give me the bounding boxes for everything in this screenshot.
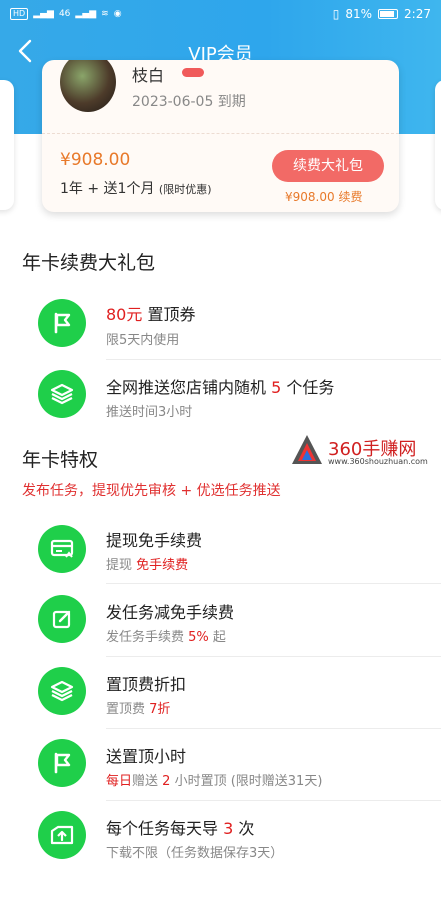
list-item[interactable]: 每个任务每天导 3 次 下载不限（任务数据保存3天） [0, 801, 441, 869]
divider [106, 583, 441, 584]
upload-box-icon [38, 811, 86, 859]
vip-badge-icon [182, 68, 204, 77]
status-left: HD ▂▄▆ 46 ▂▄▆ ≋ ◉ [10, 8, 122, 20]
item-subtitle: 推送时间3小时 [106, 405, 193, 420]
item-title: 提现免手续费 [106, 531, 203, 550]
flag-icon [38, 739, 86, 787]
list-item[interactable]: 置顶费折扣 置顶费 7折 [0, 657, 441, 729]
layers-icon [38, 370, 86, 418]
item-subtitle: 限5天内使用 [106, 333, 180, 348]
list-item[interactable]: 80元 置顶券 限5天内使用 [0, 289, 441, 360]
item-subtitle: 发任务手续费 5% 起 [106, 630, 226, 645]
item-title: 全网推送您店铺内随机 5 个任务 [106, 378, 335, 397]
divider [106, 359, 441, 360]
item-title: 发任务减免手续费 [106, 603, 235, 622]
list-item[interactable]: 发任务减免手续费 发任务手续费 5% 起 [0, 585, 441, 657]
edit-icon [38, 595, 86, 643]
privilege-note: 发布任务，提现优先审核 + 优选任务推送 [22, 483, 281, 499]
gift-section-title: 年卡续费大礼包 [22, 252, 156, 274]
clock: 2:27 [404, 7, 431, 21]
item-title: 送置顶小时 [106, 747, 187, 766]
watermark-url: www.360shouzhuan.com [328, 457, 428, 466]
item-title: 置顶费折扣 [106, 675, 187, 694]
card-divider [42, 133, 399, 134]
item-title: 每个任务每天导 3 次 [106, 819, 255, 838]
item-subtitle: 下载不限（任务数据保存3天） [106, 846, 284, 861]
wifi-icon: ≋ [101, 9, 109, 19]
status-right: ▯ 81% 2:27 [333, 7, 431, 21]
expire-date: 2023-06-05 到期 [132, 94, 246, 110]
list-item[interactable]: 全网推送您店铺内随机 5 个任务 推送时间3小时 [0, 362, 441, 430]
renew-button[interactable]: 续费大礼包 [272, 150, 384, 182]
flag-icon [38, 299, 86, 347]
username: 枝白 [132, 66, 165, 85]
vip-card: 枝白 2023-06-05 到期 ¥908.00 1年 + 送1个月 (限时优惠… [42, 60, 399, 212]
plan-note: (限时优惠) [158, 183, 212, 196]
signal-icon: ▂▄▆ [33, 9, 54, 19]
watermark-logo-icon [292, 435, 322, 464]
item-subtitle: 提现 免手续费 [106, 558, 189, 573]
item-subtitle: 每日赠送 2 小时置顶 (限时赠送31天) [106, 774, 323, 789]
battery-icon [378, 9, 399, 19]
avatar [60, 60, 116, 112]
privilege-section-title: 年卡特权 [22, 449, 99, 471]
item-title: 80元 置顶券 [106, 305, 196, 324]
plan-main: 1年 + 送1个月 [60, 181, 155, 197]
vibrate-icon: ▯ [332, 7, 340, 21]
status-bar: HD ▂▄▆ 46 ▂▄▆ ≋ ◉ ▯ 81% 2:27 [0, 0, 441, 28]
signal-label: 46 [58, 9, 71, 19]
eye-icon: ◉ [113, 9, 122, 19]
hd-indicator: HD [10, 8, 29, 20]
plan-description: 1年 + 送1个月 (限时优惠) [60, 178, 212, 198]
price: ¥908.00 [60, 150, 131, 170]
battery-percent: 81% [345, 7, 373, 21]
list-item[interactable]: 送置顶小时 每日赠送 2 小时置顶 (限时赠送31天) [0, 729, 441, 801]
layers-icon [38, 667, 86, 715]
watermark: 360手赚网 www.360shouzhuan.com [290, 433, 440, 469]
carousel-next-card[interactable] [435, 80, 441, 210]
carousel-prev-card[interactable] [0, 80, 14, 210]
item-subtitle: 置顶费 7折 [106, 702, 171, 717]
signal-icon-2: ▂▄▆ [75, 9, 97, 19]
list-item[interactable]: 提现免手续费 提现 免手续费 [0, 513, 441, 584]
card-icon [38, 525, 86, 573]
renew-price-label: ¥908.00 续费 [285, 190, 363, 204]
